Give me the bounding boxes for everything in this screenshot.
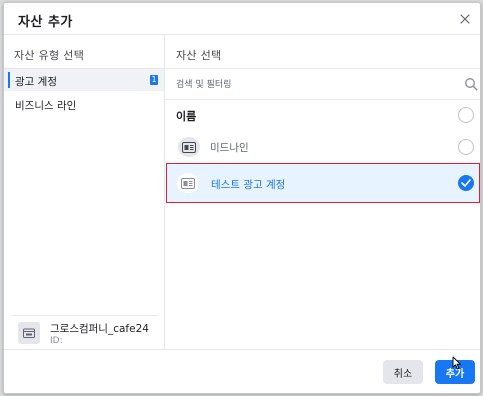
dialog-title: 자산 추가 xyxy=(18,15,73,30)
search-box xyxy=(166,69,480,99)
asset-type-label: 비즈니스 라인 xyxy=(15,100,77,112)
asset-name: 미드나인 xyxy=(210,142,249,154)
cancel-button[interactable]: 취소 xyxy=(383,360,423,384)
search-input[interactable] xyxy=(176,77,436,93)
add-asset-dialog: 자산 추가 자산 유형 선택 광고 계정 1 비즈니스 라인 그로스컴퍼니_ca… xyxy=(3,2,481,394)
asset-select-header: 자산 선택 xyxy=(176,49,222,62)
ad-account-icon xyxy=(178,137,200,157)
business-icon xyxy=(18,322,40,344)
asset-radio[interactable] xyxy=(458,139,474,155)
add-button[interactable]: 추가 xyxy=(435,360,475,384)
asset-type-panel: 자산 유형 선택 광고 계정 1 비즈니스 라인 그로스컴퍼니_cafe24 I… xyxy=(4,35,165,349)
search-icon[interactable] xyxy=(464,77,478,91)
business-name: 그로스컴퍼니_cafe24 xyxy=(50,323,149,335)
business-info: 그로스컴퍼니_cafe24 ID: xyxy=(12,315,157,347)
business-id-label: ID: xyxy=(50,336,63,346)
close-icon xyxy=(460,14,470,24)
asset-name: 테스트 광고 계정 xyxy=(211,179,286,191)
dialog-header: 자산 추가 xyxy=(4,3,480,35)
asset-type-item-ad-account[interactable]: 광고 계정 1 xyxy=(4,69,164,91)
checkmark-icon[interactable] xyxy=(458,175,474,191)
asset-type-header: 자산 유형 선택 xyxy=(14,49,85,62)
close-button[interactable] xyxy=(454,8,476,30)
asset-row-selected[interactable]: 테스트 광고 계정 xyxy=(166,163,480,203)
select-all-row[interactable]: 이름 xyxy=(166,99,480,131)
select-all-radio[interactable] xyxy=(458,107,474,123)
asset-select-panel: 자산 선택 이름 미드나인 xyxy=(166,35,480,349)
asset-type-item-business-line[interactable]: 비즈니스 라인 xyxy=(4,93,164,115)
asset-type-label: 광고 계정 xyxy=(15,76,57,88)
asset-row[interactable]: 미드나인 xyxy=(166,131,480,163)
ad-account-icon xyxy=(177,173,199,193)
name-column-header: 이름 xyxy=(176,110,197,123)
dialog-footer: 취소 추가 xyxy=(4,349,480,395)
count-badge: 1 xyxy=(150,75,158,85)
